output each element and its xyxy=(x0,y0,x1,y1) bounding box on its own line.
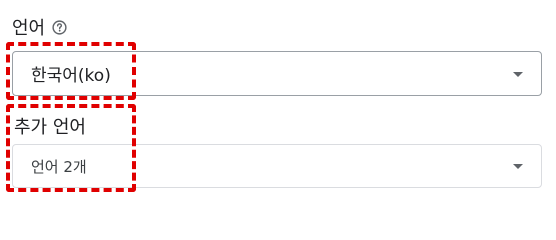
language-label-row: 언어 xyxy=(12,12,68,42)
language-label: 언어 xyxy=(12,18,46,39)
arrow-drop-down-icon xyxy=(513,71,523,77)
language-select[interactable]: 한국어(ko) xyxy=(12,51,542,96)
additional-languages-select-value: 언어 2개 xyxy=(31,157,87,176)
additional-languages-select[interactable]: 언어 2개 xyxy=(12,144,542,188)
language-settings-panel: 언어 한국어(ko) 추가 언어 언어 2개 xyxy=(0,0,556,202)
arrow-drop-down-icon xyxy=(513,164,523,169)
additional-languages-label: 추가 언어 xyxy=(14,117,86,138)
help-circle-icon[interactable] xyxy=(51,19,68,36)
language-select-value: 한국어(ko) xyxy=(31,66,111,86)
